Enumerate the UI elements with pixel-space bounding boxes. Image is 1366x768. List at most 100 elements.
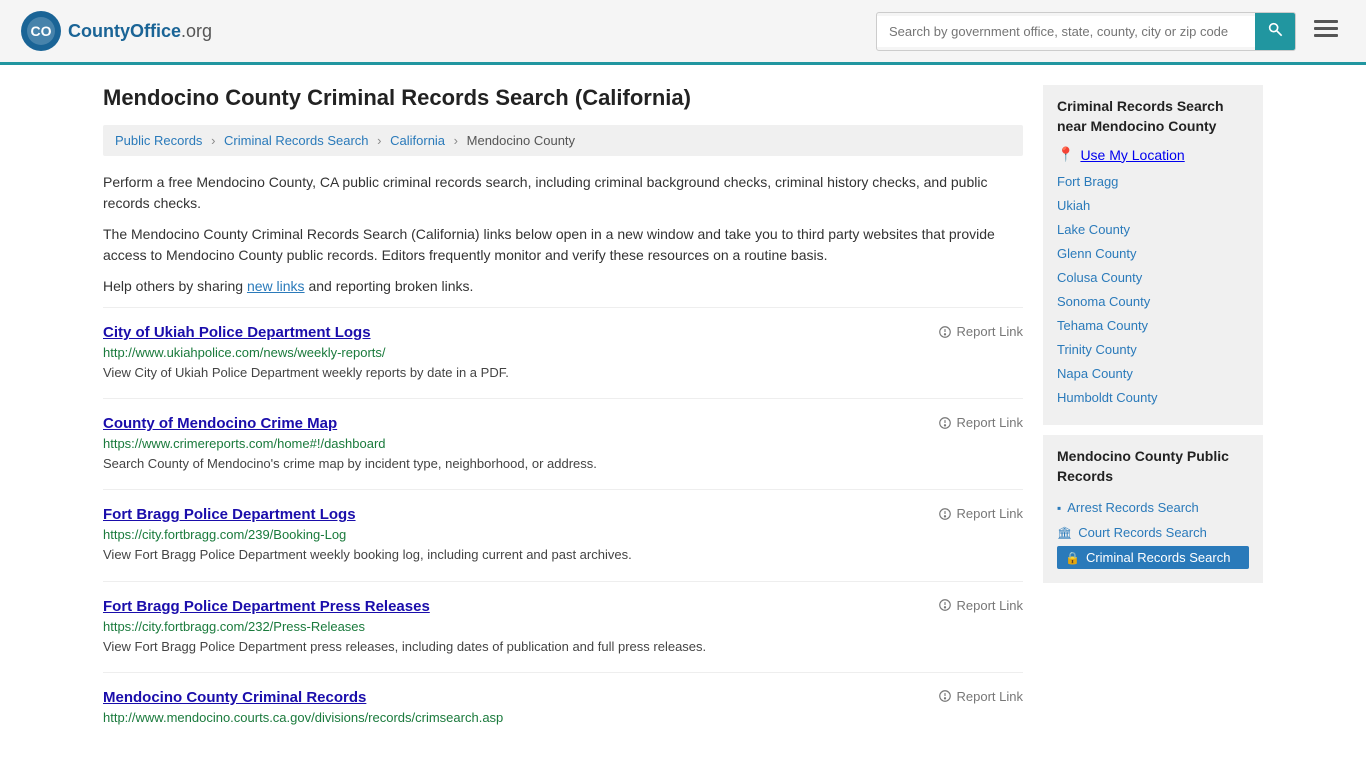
new-links-link[interactable]: new links xyxy=(247,278,305,294)
nearby-link-0[interactable]: Fort Bragg xyxy=(1057,174,1118,189)
record-link-1[interactable]: 🏛 Court Records Search xyxy=(1057,521,1249,544)
result-entry-4: Mendocino County Criminal Records Report… xyxy=(103,672,1023,745)
nearby-item-4: Colusa County xyxy=(1057,269,1249,285)
report-icon-0 xyxy=(938,325,952,339)
search-input[interactable] xyxy=(877,16,1255,47)
sidebar-nearby-title: Criminal Records Search near Mendocino C… xyxy=(1057,97,1249,136)
nearby-item-7: Trinity County xyxy=(1057,341,1249,357)
breadcrumb: Public Records › Criminal Records Search… xyxy=(103,125,1023,156)
report-link-2[interactable]: Report Link xyxy=(938,506,1023,521)
sidebar: Criminal Records Search near Mendocino C… xyxy=(1043,85,1263,745)
record-item-2: 🔒 Criminal Records Search xyxy=(1057,546,1249,569)
result-entry-0: City of Ukiah Police Department Logs Rep… xyxy=(103,307,1023,398)
logo[interactable]: CO CountyOffice.org xyxy=(20,10,212,52)
record-item-1: 🏛 Court Records Search xyxy=(1057,521,1249,544)
report-icon-3 xyxy=(938,598,952,612)
result-entry-3: Fort Bragg Police Department Press Relea… xyxy=(103,581,1023,672)
nearby-link-2[interactable]: Lake County xyxy=(1057,222,1130,237)
nearby-link-6[interactable]: Tehama County xyxy=(1057,318,1148,333)
nearby-item-8: Napa County xyxy=(1057,365,1249,381)
nearby-link-5[interactable]: Sonoma County xyxy=(1057,294,1150,309)
breadcrumb-sep-1: › xyxy=(211,133,215,148)
nearby-link-7[interactable]: Trinity County xyxy=(1057,342,1137,357)
nearby-item-5: Sonoma County xyxy=(1057,293,1249,309)
report-link-1[interactable]: Report Link xyxy=(938,415,1023,430)
menu-button[interactable] xyxy=(1306,14,1346,48)
nearby-link-8[interactable]: Napa County xyxy=(1057,366,1133,381)
result-url-3[interactable]: https://city.fortbragg.com/232/Press-Rel… xyxy=(103,619,1023,634)
sidebar-records-title: Mendocino County Public Records xyxy=(1057,447,1249,486)
breadcrumb-current: Mendocino County xyxy=(467,133,575,148)
main-content: Mendocino County Criminal Records Search… xyxy=(103,85,1023,745)
nearby-item-6: Tehama County xyxy=(1057,317,1249,333)
breadcrumb-california[interactable]: California xyxy=(390,133,445,148)
location-icon: 📍 xyxy=(1057,146,1074,163)
result-header-1: County of Mendocino Crime Map Report Lin… xyxy=(103,415,1023,436)
result-desc-2: View Fort Bragg Police Department weekly… xyxy=(103,546,1023,564)
result-desc-0: View City of Ukiah Police Department wee… xyxy=(103,364,1023,382)
result-entry-1: County of Mendocino Crime Map Report Lin… xyxy=(103,398,1023,489)
result-desc-1: Search County of Mendocino's crime map b… xyxy=(103,455,1023,473)
result-url-2[interactable]: https://city.fortbragg.com/239/Booking-L… xyxy=(103,527,1023,542)
results-list: City of Ukiah Police Department Logs Rep… xyxy=(103,307,1023,745)
nearby-link-1[interactable]: Ukiah xyxy=(1057,198,1090,213)
nearby-item-0: Fort Bragg xyxy=(1057,173,1249,189)
report-link-4[interactable]: Report Link xyxy=(938,689,1023,704)
record-icon-1: 🏛 xyxy=(1057,526,1072,540)
result-entry-2: Fort Bragg Police Department Logs Report… xyxy=(103,489,1023,580)
page-container: Mendocino County Criminal Records Search… xyxy=(83,65,1283,765)
result-url-4[interactable]: http://www.mendocino.courts.ca.gov/divis… xyxy=(103,710,1023,725)
desc-para3: Help others by sharing new links and rep… xyxy=(103,276,1023,297)
desc-para2: The Mendocino County Criminal Records Se… xyxy=(103,224,1023,266)
result-title-0[interactable]: City of Ukiah Police Department Logs xyxy=(103,324,371,341)
sidebar-records-section: Mendocino County Public Records ▪ Arrest… xyxy=(1043,435,1263,583)
result-title-2[interactable]: Fort Bragg Police Department Logs xyxy=(103,506,356,523)
nearby-item-2: Lake County xyxy=(1057,221,1249,237)
result-header-4: Mendocino County Criminal Records Report… xyxy=(103,689,1023,710)
breadcrumb-sep-3: › xyxy=(454,133,458,148)
breadcrumb-sep-2: › xyxy=(377,133,381,148)
record-icon-2: 🔒 xyxy=(1065,551,1080,565)
logo-text: CountyOffice.org xyxy=(68,21,212,42)
svg-text:CO: CO xyxy=(31,23,52,39)
hamburger-icon xyxy=(1314,20,1338,38)
logo-icon: CO xyxy=(20,10,62,52)
site-header: CO CountyOffice.org xyxy=(0,0,1366,65)
sidebar-nearby-section: Criminal Records Search near Mendocino C… xyxy=(1043,85,1263,425)
search-button[interactable] xyxy=(1255,13,1295,50)
use-location-item[interactable]: 📍 Use My Location xyxy=(1057,146,1249,163)
header-right xyxy=(876,12,1346,51)
result-header-0: City of Ukiah Police Department Logs Rep… xyxy=(103,324,1023,345)
result-url-0[interactable]: http://www.ukiahpolice.com/news/weekly-r… xyxy=(103,345,1023,360)
nearby-list: Fort Bragg Ukiah Lake County Glenn County Co… xyxy=(1057,173,1249,405)
result-header-3: Fort Bragg Police Department Press Relea… xyxy=(103,598,1023,619)
result-title-3[interactable]: Fort Bragg Police Department Press Relea… xyxy=(103,598,430,615)
desc-para1: Perform a free Mendocino County, CA publ… xyxy=(103,172,1023,214)
page-title: Mendocino County Criminal Records Search… xyxy=(103,85,1023,111)
breadcrumb-public-records[interactable]: Public Records xyxy=(115,133,202,148)
record-item-0: ▪ Arrest Records Search xyxy=(1057,496,1249,519)
result-desc-3: View Fort Bragg Police Department press … xyxy=(103,638,1023,656)
nearby-item-9: Humboldt County xyxy=(1057,389,1249,405)
nearby-item-3: Glenn County xyxy=(1057,245,1249,261)
report-icon-4 xyxy=(938,689,952,703)
nearby-item-1: Ukiah xyxy=(1057,197,1249,213)
nearby-link-9[interactable]: Humboldt County xyxy=(1057,390,1157,405)
record-link-0[interactable]: ▪ Arrest Records Search xyxy=(1057,496,1249,519)
record-icon-0: ▪ xyxy=(1057,501,1061,515)
nearby-link-3[interactable]: Glenn County xyxy=(1057,246,1137,261)
search-bar xyxy=(876,12,1296,51)
result-title-1[interactable]: County of Mendocino Crime Map xyxy=(103,415,337,432)
result-header-2: Fort Bragg Police Department Logs Report… xyxy=(103,506,1023,527)
breadcrumb-criminal-records[interactable]: Criminal Records Search xyxy=(224,133,369,148)
records-list: ▪ Arrest Records Search 🏛 Court Records … xyxy=(1057,496,1249,569)
report-link-3[interactable]: Report Link xyxy=(938,598,1023,613)
report-icon-2 xyxy=(938,507,952,521)
search-icon xyxy=(1267,21,1283,37)
record-link-2[interactable]: 🔒 Criminal Records Search xyxy=(1057,546,1249,569)
nearby-link-4[interactable]: Colusa County xyxy=(1057,270,1142,285)
report-link-0[interactable]: Report Link xyxy=(938,324,1023,339)
result-url-1[interactable]: https://www.crimereports.com/home#!/dash… xyxy=(103,436,1023,451)
result-title-4[interactable]: Mendocino County Criminal Records xyxy=(103,689,366,706)
use-location-link[interactable]: Use My Location xyxy=(1080,147,1184,163)
